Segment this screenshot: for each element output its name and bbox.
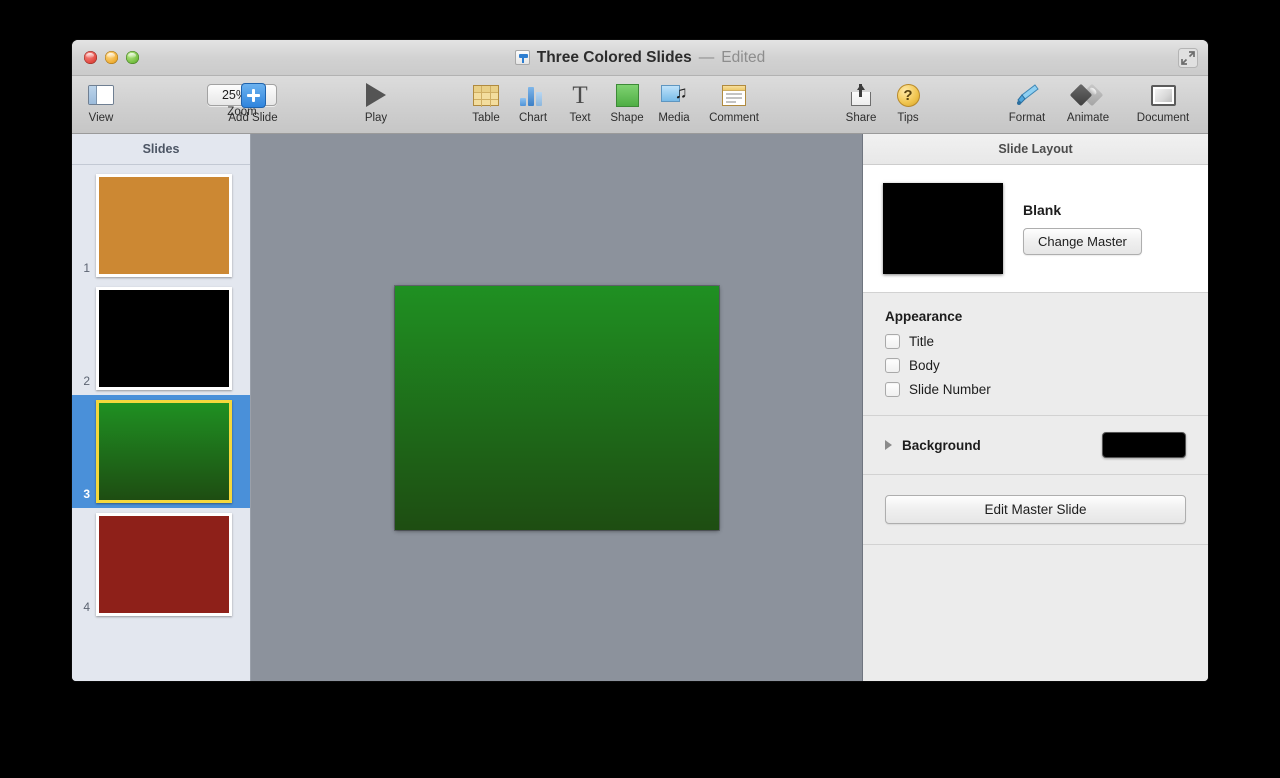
- toolbar: View 25% Zoom Add Slide Play T: [72, 76, 1208, 134]
- document-frame-icon: [1151, 85, 1176, 106]
- master-section: Blank Change Master: [863, 165, 1208, 293]
- window-body: Slides 1 2 3 4 Slide Layout Blank Change Ma…: [72, 134, 1208, 681]
- inspector-empty-area: [863, 545, 1208, 681]
- toolbar-label-table: Table: [472, 112, 500, 124]
- slide-thumbnail-image: [99, 516, 229, 613]
- background-section[interactable]: Background: [863, 416, 1208, 475]
- toolbar-label-format: Format: [1009, 112, 1045, 124]
- checkbox-row-slide-number[interactable]: Slide Number: [885, 382, 1186, 397]
- toolbar-button-document[interactable]: Document: [1125, 80, 1201, 124]
- fullscreen-expand-icon[interactable]: [1178, 48, 1198, 68]
- background-label: Background: [902, 438, 981, 453]
- slide-thumbnail-image: [99, 290, 229, 387]
- slide-thumbnail-row-4[interactable]: 4: [72, 508, 250, 621]
- inspector-panel: Slide Layout Blank Change Master Appeara…: [863, 134, 1208, 681]
- toolbar-button-format[interactable]: Format: [995, 80, 1059, 124]
- zoom-button[interactable]: [126, 51, 139, 64]
- slide-navigator: Slides 1 2 3 4: [72, 134, 251, 681]
- diamonds-animate-icon: [1073, 85, 1103, 105]
- bar-chart-icon: [520, 85, 546, 106]
- checkbox-row-title[interactable]: Title: [885, 334, 1186, 349]
- disclosure-triangle-icon[interactable]: [885, 440, 892, 450]
- table-grid-icon: [473, 85, 499, 106]
- toolbar-button-animate[interactable]: Animate: [1056, 80, 1120, 124]
- toolbar-button-comment[interactable]: Comment: [697, 80, 771, 124]
- slide-thumbnail-row-1[interactable]: 1: [72, 169, 250, 282]
- appearance-title: Appearance: [885, 309, 1186, 324]
- change-master-button[interactable]: Change Master: [1023, 228, 1142, 255]
- toolbar-label-text: Text: [569, 112, 590, 124]
- slide-thumbnail-frame[interactable]: [96, 287, 232, 390]
- slide-thumbnail-row-2[interactable]: 2: [72, 282, 250, 395]
- keynote-document-icon: [515, 50, 530, 65]
- toolbar-label-share: Share: [846, 112, 877, 124]
- toolbar-label-document: Document: [1137, 112, 1189, 124]
- slide-thumbnail-frame[interactable]: [96, 513, 232, 616]
- toolbar-label-animate: Animate: [1067, 112, 1109, 124]
- paintbrush-format-icon: [1014, 82, 1040, 108]
- slide-thumbnail-frame[interactable]: [96, 400, 232, 503]
- green-square-shape-icon: [616, 84, 639, 107]
- slide-thumbnail-frame[interactable]: [96, 174, 232, 277]
- toolbar-label-tips: Tips: [897, 112, 918, 124]
- toolbar-label-add-slide: Add Slide: [228, 112, 277, 124]
- toolbar-label-view: View: [89, 112, 114, 124]
- slide-number-label: 2: [78, 374, 90, 390]
- toolbar-label-shape: Shape: [610, 112, 643, 124]
- toolbar-label-media: Media: [658, 112, 689, 124]
- toolbar-label-play: Play: [365, 112, 387, 124]
- slide-number-label: 4: [78, 600, 90, 616]
- play-triangle-icon: [366, 83, 386, 107]
- question-mark-tips-icon: ?: [897, 84, 920, 107]
- checkbox-slide-number[interactable]: [885, 382, 900, 397]
- toolbar-button-play[interactable]: Play: [344, 80, 408, 124]
- comment-note-icon: [722, 85, 746, 106]
- keynote-window: Three Colored Slides — Edited View 25% Z…: [72, 40, 1208, 681]
- text-t-icon: T: [572, 83, 587, 108]
- checkbox-label-title: Title: [909, 334, 934, 349]
- toolbar-label-chart: Chart: [519, 112, 547, 124]
- background-color-swatch[interactable]: [1102, 432, 1186, 458]
- document-title: Three Colored Slides: [537, 49, 692, 67]
- title-separator: —: [699, 49, 715, 67]
- master-name: Blank: [1023, 202, 1142, 218]
- edit-master-section: Edit Master Slide: [863, 475, 1208, 545]
- checkbox-row-body[interactable]: Body: [885, 358, 1186, 373]
- toolbar-button-view[interactable]: View: [72, 80, 133, 124]
- checkbox-label-slide-number: Slide Number: [909, 382, 991, 397]
- edit-master-slide-button[interactable]: Edit Master Slide: [885, 495, 1186, 524]
- navigator-header: Slides: [72, 134, 250, 165]
- slide-thumbnail-image: [99, 403, 229, 500]
- checkbox-label-body: Body: [909, 358, 940, 373]
- window-controls: [84, 51, 139, 64]
- minimize-button[interactable]: [105, 51, 118, 64]
- slide-thumbnail-row-3[interactable]: 3: [72, 395, 250, 508]
- toolbar-button-add-slide[interactable]: Add Slide: [221, 80, 285, 124]
- inspector-header: Slide Layout: [863, 134, 1208, 165]
- slide-thumbnail-image: [99, 177, 229, 274]
- share-upload-icon: [851, 84, 871, 106]
- checkbox-body[interactable]: [885, 358, 900, 373]
- window-title: Three Colored Slides — Edited: [72, 49, 1208, 67]
- close-button[interactable]: [84, 51, 97, 64]
- edited-status: Edited: [721, 49, 765, 67]
- add-slide-plus-icon: [241, 83, 266, 108]
- current-slide[interactable]: [395, 286, 719, 530]
- checkbox-title[interactable]: [885, 334, 900, 349]
- appearance-section: Appearance Title Body Slide Number: [863, 293, 1208, 416]
- media-photo-music-icon: ♫: [661, 84, 688, 106]
- toolbar-label-comment: Comment: [709, 112, 759, 124]
- master-thumbnail[interactable]: [883, 183, 1003, 274]
- slide-number-label: 3: [78, 487, 90, 503]
- slide-thumbnail-list[interactable]: 1 2 3 4: [72, 165, 250, 681]
- slide-canvas[interactable]: [251, 134, 863, 681]
- view-sidebar-icon: [88, 85, 114, 105]
- title-bar: Three Colored Slides — Edited: [72, 40, 1208, 76]
- slide-number-label: 1: [78, 261, 90, 277]
- toolbar-button-tips[interactable]: ? Tips: [876, 80, 940, 124]
